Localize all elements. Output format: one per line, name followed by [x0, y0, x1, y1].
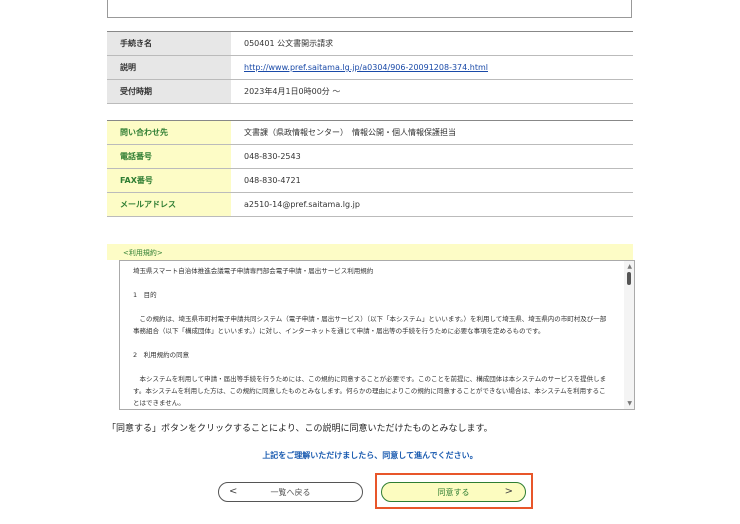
- reception-period-value: 2023年4月1日0時00分 〜: [244, 87, 341, 96]
- terms-scroll-box[interactable]: 埼玉県スマート自治体推進会議電子申請専門部会電子申請・届出サービス利用規約 1 …: [119, 260, 635, 410]
- table-row: 電話番号 048-830-2543: [107, 144, 633, 169]
- terms-line: [133, 301, 611, 313]
- terms-line: [133, 277, 611, 289]
- consent-notice: 「同意する」ボタンをクリックすることにより、この説明に同意いただけたものとみなし…: [107, 424, 493, 434]
- phone-value: 048-830-2543: [244, 152, 301, 161]
- procedure-info-table: 手続き名 050401 公文書開示請求 説明 http://www.pref.s…: [107, 31, 633, 104]
- description-link[interactable]: http://www.pref.saitama.lg.jp/a0304/906-…: [244, 63, 488, 72]
- terms-line: 2 利用規約の同意: [133, 351, 190, 359]
- terms-label: <利用規約>: [123, 249, 163, 257]
- scrollbar-thumb[interactable]: [627, 272, 631, 285]
- fax-label: FAX番号: [107, 168, 231, 193]
- contact-value: 文書課（県政情報センター） 情報公開・個人情報保護担当: [244, 128, 456, 137]
- description-label: 説明: [107, 55, 231, 80]
- terms-line: [133, 361, 611, 373]
- table-row: 説明 http://www.pref.saitama.lg.jp/a0304/9…: [107, 55, 633, 80]
- table-row: 問い合わせ先 文書課（県政情報センター） 情報公開・個人情報保護担当: [107, 120, 633, 145]
- procedure-name-value: 050401 公文書開示請求: [244, 39, 334, 48]
- table-row: FAX番号 048-830-4721: [107, 168, 633, 193]
- table-row: 受付時期 2023年4月1日0時00分 〜: [107, 79, 633, 104]
- agree-button[interactable]: 同意する >: [381, 482, 526, 502]
- table-row: メールアドレス a2510-14@pref.saitama.lg.jp: [107, 192, 633, 217]
- reception-period-label: 受付時期: [107, 79, 231, 104]
- terms-text: 埼玉県スマート自治体推進会議電子申請専門部会電子申請・届出サービス利用規約 1 …: [133, 265, 611, 409]
- terms-line: [133, 337, 611, 349]
- agree-button-label: 同意する: [437, 488, 470, 497]
- scroll-up-icon[interactable]: ▲: [627, 263, 632, 270]
- contact-info-table: 問い合わせ先 文書課（県政情報センター） 情報公開・個人情報保護担当 電話番号 …: [107, 120, 633, 217]
- terms-scrollbar[interactable]: ▲ ▼: [624, 261, 634, 409]
- terms-line: 本システムを利用して申請・届出等手続を行うためには、この規約に同意することが必要…: [133, 375, 607, 407]
- chevron-right-icon: >: [504, 486, 513, 497]
- table-row: 手続き名 050401 公文書開示請求: [107, 31, 633, 56]
- terms-line: 1 目的: [133, 291, 157, 299]
- fax-value: 048-830-4721: [244, 176, 301, 185]
- terms-line: 埼玉県スマート自治体推進会議電子申請専門部会電子申請・届出サービス利用規約: [133, 267, 374, 275]
- procedure-name-label: 手続き名: [107, 31, 231, 56]
- email-label: メールアドレス: [107, 192, 231, 217]
- email-value: a2510-14@pref.saitama.lg.jp: [244, 200, 360, 209]
- proceed-prompt: 上記をご理解いただけましたら、同意して進んでください。: [262, 451, 478, 460]
- previous-section-box: [107, 0, 632, 18]
- terms-line: この規約は、埼玉県市町村電子申請共同システム（電子申請・届出サービス）（以下「本…: [133, 315, 607, 335]
- back-to-list-button[interactable]: < 一覧へ戻る: [218, 482, 363, 502]
- contact-label: 問い合わせ先: [107, 120, 231, 145]
- phone-label: 電話番号: [107, 144, 231, 169]
- back-button-label: 一覧へ戻る: [270, 488, 311, 497]
- scroll-down-icon[interactable]: ▼: [627, 400, 632, 407]
- terms-header: <利用規約>: [107, 244, 633, 260]
